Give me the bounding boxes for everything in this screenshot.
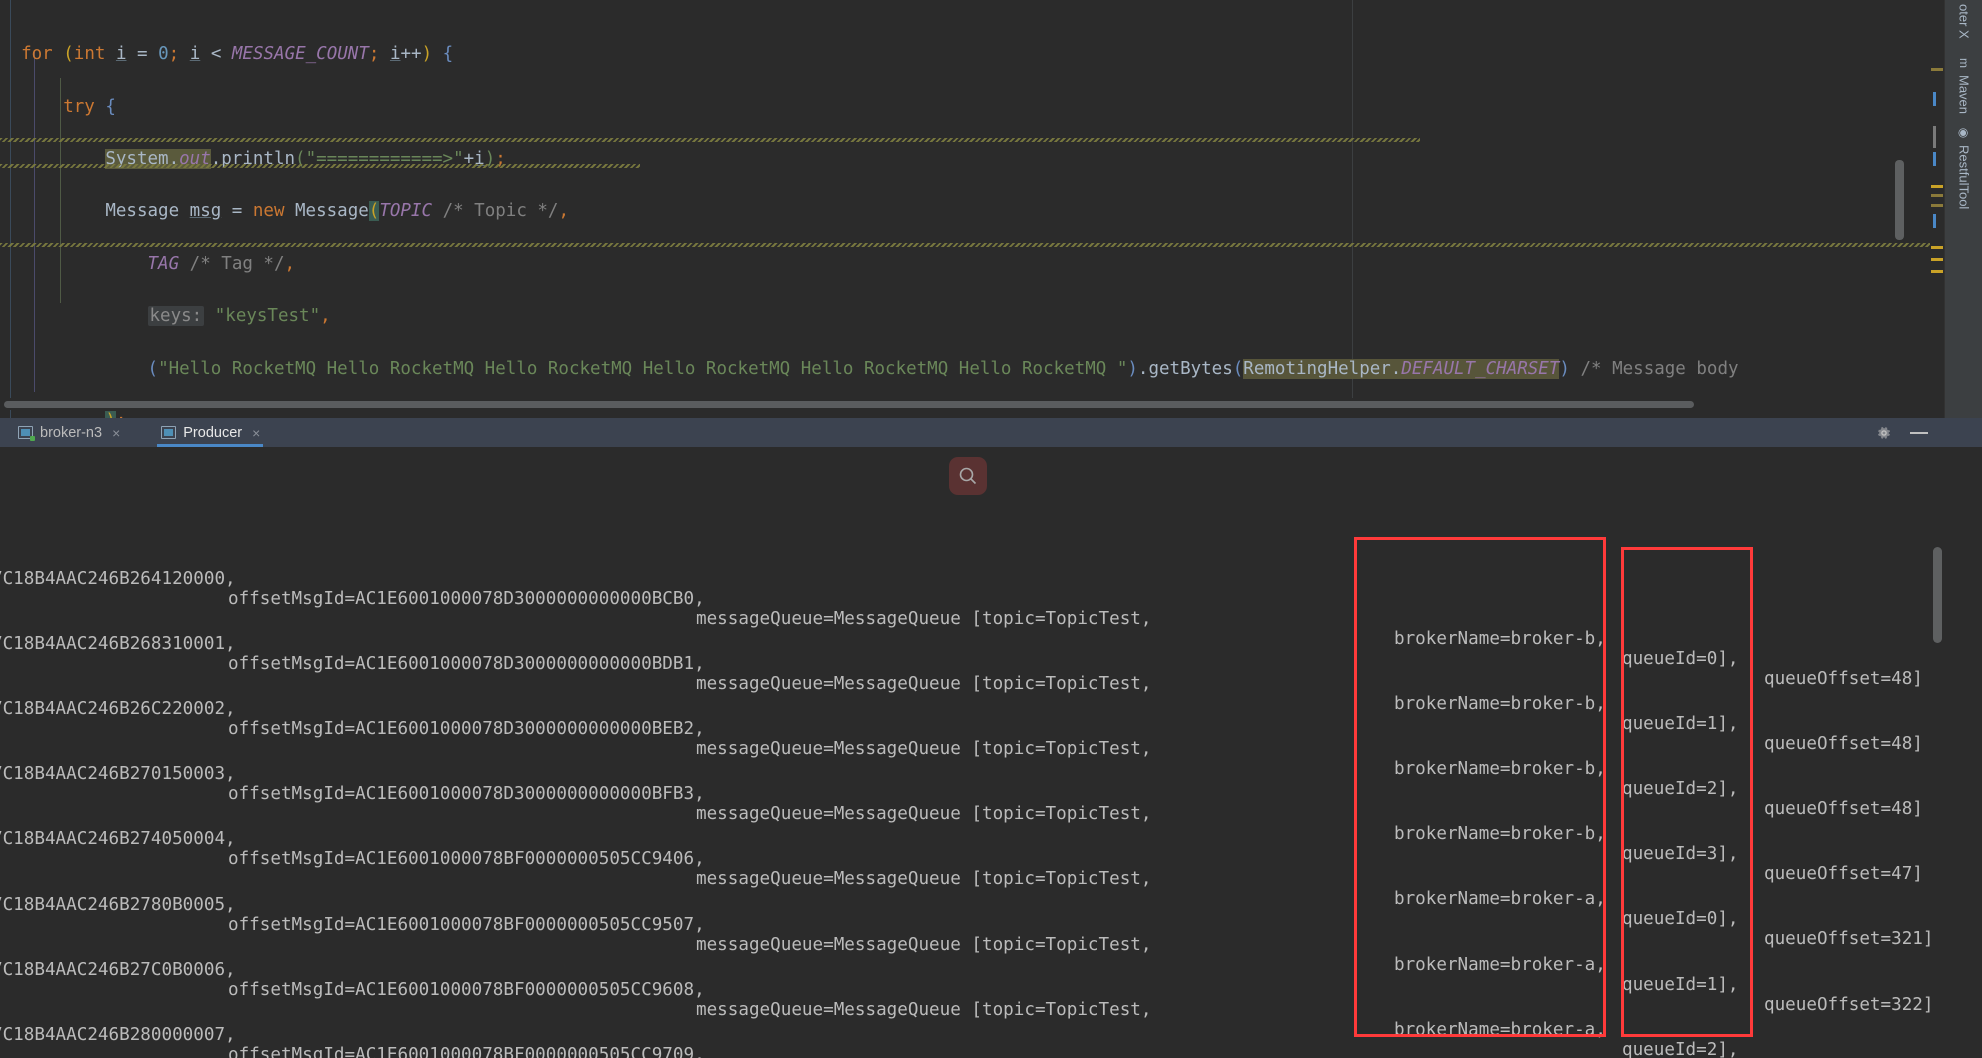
maven-icon: m xyxy=(1957,58,1971,68)
code-line-try: try { xyxy=(63,96,116,117)
marker-warning-2[interactable] xyxy=(1931,185,1943,188)
toolwindow-restfultool[interactable]: ◉ RestfulTool xyxy=(1945,122,1982,213)
marker-warning-4[interactable] xyxy=(1931,204,1943,207)
editor-hscroll-thumb[interactable] xyxy=(4,401,1694,408)
editor-horizontal-scrollbar[interactable] xyxy=(0,398,1944,410)
console-offsetmsgid: offsetMsgId=AC1E6001000078D3000000000000… xyxy=(228,784,705,804)
console-msgid: 7C18B4AAC246B280000007, xyxy=(0,1025,236,1045)
console-line-0: 7C18B4AAC246B264120000, offsetMsgId=AC1E… xyxy=(0,549,1944,689)
toolwindow-restfultool-label: RestfulTool xyxy=(1956,145,1972,210)
console-msgid: 7C18B4AAC246B268310001, xyxy=(0,634,236,654)
console-msgid: 7C18B4AAC246B274050004, xyxy=(0,829,236,849)
console-line-5: 7C18B4AAC246B2780B0005, offsetMsgId=AC1E… xyxy=(0,875,1944,1015)
marker-warning-6[interactable] xyxy=(1931,258,1943,261)
console-offsetmsgid: offsetMsgId=AC1E6001000078BF0000000505CC… xyxy=(228,1045,705,1058)
console-offsetmsgid: offsetMsgId=AC1E6001000078D3000000000000… xyxy=(228,589,705,609)
marker-change-2[interactable] xyxy=(1933,126,1936,148)
console-line-2: 7C18B4AAC246B26C220002, offsetMsgId=AC1E… xyxy=(0,679,1944,819)
console-queueid: queueId=2], xyxy=(1622,1040,1739,1058)
console-vscroll-thumb[interactable] xyxy=(1933,547,1942,643)
toolwindow-maven-label: Maven xyxy=(1956,75,1972,115)
tab-broker-n3-label: broker-n3 xyxy=(40,424,103,441)
right-strip-tabbar-cap xyxy=(1944,418,1982,447)
tab-producer[interactable]: Producer × xyxy=(151,418,269,447)
tab-producer-label: Producer xyxy=(183,424,243,441)
error-squiggle-1 xyxy=(0,138,1420,142)
run-tool-window: broker-n3 × Producer × 7C18B4AAC246B2641… xyxy=(0,418,1982,1058)
code-line-println: System.out.println("============>"+i); xyxy=(105,148,506,169)
editor-marker-strip[interactable] xyxy=(1895,0,1944,418)
error-squiggle-2 xyxy=(0,164,640,168)
console-msgid: 7C18B4AAC246B2780B0005, xyxy=(0,895,236,915)
gear-icon[interactable] xyxy=(1876,425,1892,441)
run-tab-bar-actions xyxy=(1876,425,1944,441)
toolwindow-cluster-label: oter X xyxy=(1956,4,1972,39)
code-line-body: ("Hello RocketMQ Hello RocketMQ Hello Ro… xyxy=(147,358,1739,379)
console-msgid: 7C18B4AAC246B26C220002, xyxy=(0,699,236,719)
code-line-for: for (int i = 0; i < MESSAGE_COUNT; i++) … xyxy=(21,44,454,65)
run-config-icon xyxy=(161,426,177,439)
console-offsetmsgid: offsetMsgId=AC1E6001000078D3000000000000… xyxy=(228,654,705,674)
code-editor[interactable]: for (int i = 0; i < MESSAGE_COUNT; i++) … xyxy=(0,0,1944,418)
editor-vscroll-thumb[interactable] xyxy=(1895,160,1904,240)
console-queueid: queueId=1], xyxy=(1622,975,1739,995)
console-line-1: 7C18B4AAC246B268310001, offsetMsgId=AC1E… xyxy=(0,614,1944,754)
right-tool-window-bar[interactable]: oter X m Maven ◉ RestfulTool xyxy=(1944,0,1982,418)
marker-warning-7[interactable] xyxy=(1931,270,1943,273)
console-line-7: 7C18B4AAC246B280000007, offsetMsgId=AC1E… xyxy=(0,1005,1944,1058)
tab-producer-close-icon[interactable]: × xyxy=(252,425,260,441)
console-msgid: 7C18B4AAC246B270150003, xyxy=(0,764,236,784)
console-output[interactable]: 7C18B4AAC246B264120000, offsetMsgId=AC1E… xyxy=(0,447,1944,1058)
code-line-new-message: Message msg = new Message(TOPIC /* Topic… xyxy=(0,201,570,222)
console-queueid: queueId=0], xyxy=(1622,649,1739,669)
console-line-3: 7C18B4AAC246B270150003, offsetMsgId=AC1E… xyxy=(0,744,1944,884)
minimize-icon[interactable] xyxy=(1910,431,1928,434)
toolwindow-cluster[interactable]: oter X xyxy=(1945,0,1982,43)
marker-warning-5[interactable] xyxy=(1931,246,1943,249)
toolwindow-maven[interactable]: m Maven xyxy=(1945,52,1982,118)
marker-change-1[interactable] xyxy=(1933,92,1936,106)
search-icon[interactable] xyxy=(949,457,987,495)
console-line-4: 7C18B4AAC246B274050004, offsetMsgId=AC1E… xyxy=(0,809,1944,949)
run-tab-bar[interactable]: broker-n3 × Producer × xyxy=(0,418,1944,447)
console-offsetmsgid: offsetMsgId=AC1E6001000078BF0000000505CC… xyxy=(228,849,705,869)
marker-warning-1[interactable] xyxy=(1931,68,1943,71)
marker-warning-3[interactable] xyxy=(1931,194,1943,197)
console-queueid: queueId=2], xyxy=(1622,779,1739,799)
console-msgid: 7C18B4AAC246B264120000, xyxy=(0,569,236,589)
marker-change-4[interactable] xyxy=(1933,214,1936,228)
console-queueid: queueId=3], xyxy=(1622,844,1739,864)
console-offsetmsgid: offsetMsgId=AC1E6001000078BF0000000505CC… xyxy=(228,980,705,1000)
source-code[interactable]: for (int i = 0; i < MESSAGE_COUNT; i++) … xyxy=(0,0,1944,418)
marker-change-3[interactable] xyxy=(1933,152,1936,166)
ide-window: for (int i = 0; i < MESSAGE_COUNT; i++) … xyxy=(0,0,1982,1058)
restful-icon: ◉ xyxy=(1957,127,1972,139)
tab-broker-n3[interactable]: broker-n3 × xyxy=(8,418,129,447)
console-offsetmsgid: offsetMsgId=AC1E6001000078D3000000000000… xyxy=(228,719,705,739)
code-line-tag: TAG /* Tag */, xyxy=(147,253,296,274)
tab-broker-n3-close-icon[interactable]: × xyxy=(112,425,120,441)
console-offsetmsgid: offsetMsgId=AC1E6001000078BF0000000505CC… xyxy=(228,915,705,935)
code-line-keys: keys: "keysTest", xyxy=(147,306,331,327)
console-line-6: 7C18B4AAC246B27C0B0006, offsetMsgId=AC1E… xyxy=(0,940,1944,1058)
right-strip-bottom xyxy=(1944,418,1982,1058)
error-squiggle-3 xyxy=(0,243,1944,247)
console-queueid: queueId=0], xyxy=(1622,909,1739,929)
console-queueid: queueId=1], xyxy=(1622,714,1739,734)
run-config-icon xyxy=(18,426,35,441)
console-msgid: 7C18B4AAC246B27C0B0006, xyxy=(0,960,236,980)
